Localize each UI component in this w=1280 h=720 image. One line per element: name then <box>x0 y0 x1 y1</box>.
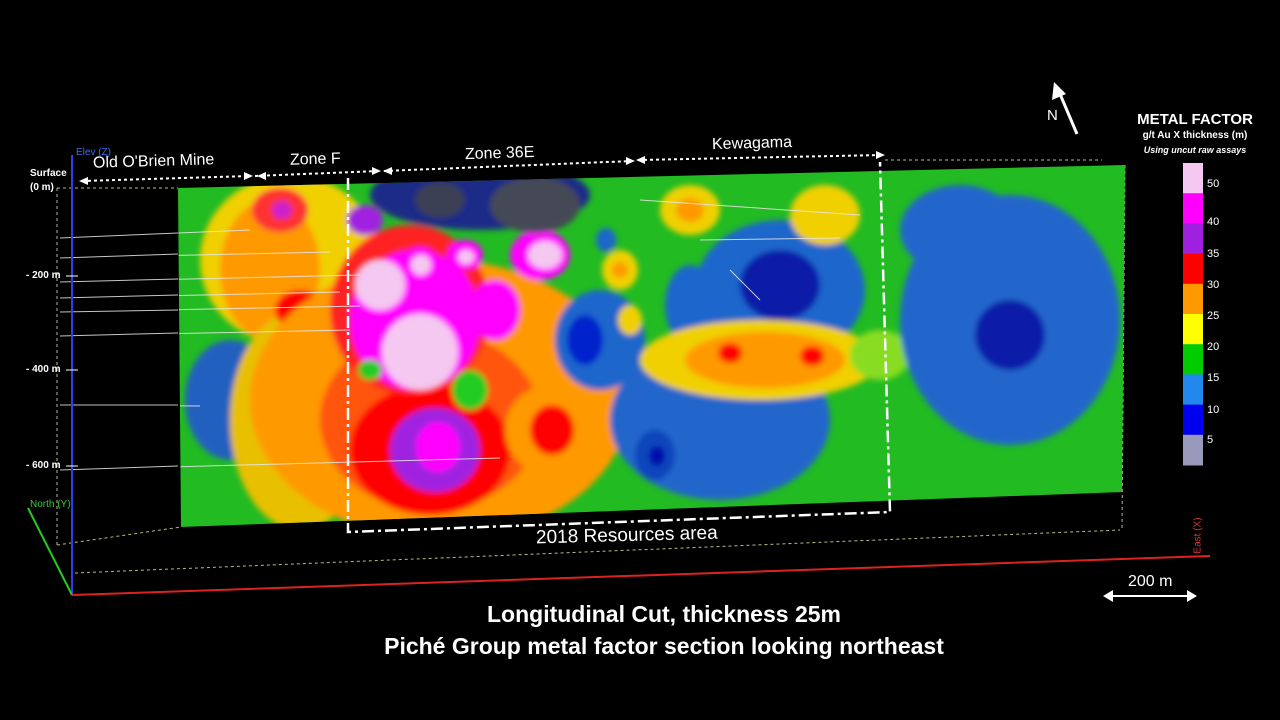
legend-tick-label: 30 <box>1207 279 1220 291</box>
depth-label-400: - 400 m <box>26 364 61 375</box>
legend-tick-label: 20 <box>1207 341 1220 353</box>
zone-label-old-obrien: Old O'Brien Mine <box>92 151 215 172</box>
depth-label-200: - 200 m <box>26 270 61 281</box>
legend-swatch <box>1183 374 1203 406</box>
legend-tick-label: 40 <box>1207 216 1220 228</box>
legend-title: METAL FACTOR <box>1137 111 1253 128</box>
legend-subtitle: g/t Au X thickness (m) <box>1142 130 1248 141</box>
metal-factor-section <box>178 165 1125 527</box>
north-axis-label: North (Y) <box>30 499 71 510</box>
depth-label-600: - 600 m <box>26 460 61 471</box>
legend-swatch <box>1183 344 1203 375</box>
legend-tick-label: 10 <box>1207 404 1220 416</box>
legend-swatch <box>1183 163 1203 194</box>
legend-tick-label: 50 <box>1207 178 1220 190</box>
legend-tick-label: 5 <box>1207 434 1214 446</box>
legend-swatch <box>1183 223 1203 255</box>
legend-tick-label: 25 <box>1207 310 1220 322</box>
zone-label-kewagama: Kewagama <box>711 133 793 154</box>
east-axis <box>71 555 1211 596</box>
legend-swatch <box>1183 193 1203 224</box>
north-arrow-label: N <box>1047 107 1058 124</box>
legend-tick-label: 15 <box>1207 372 1220 384</box>
legend-swatch <box>1183 253 1203 285</box>
elev-axis-label: Elev (Z) <box>76 147 111 158</box>
legend-swatch <box>1183 404 1203 436</box>
zone-label-zone-36e: Zone 36E <box>464 143 535 164</box>
caption-subtitle: Piché Group metal factor section looking… <box>384 633 944 659</box>
legend-swatches <box>1183 163 1203 466</box>
north-axis <box>27 507 73 596</box>
zone-label-zone-f: Zone F <box>289 150 341 169</box>
scale-bar-label: 200 m <box>1128 573 1173 590</box>
legend-note: Using uncut raw assays <box>1143 145 1247 155</box>
caption-title: Longitudinal Cut, thickness 25m <box>487 601 841 627</box>
east-axis-label: East (X) <box>1192 517 1204 554</box>
legend-tick-label: 35 <box>1207 248 1220 260</box>
depth-label-surface: Surface <box>30 168 67 179</box>
depth-label-surface-value: (0 m) <box>30 182 54 193</box>
legend-swatch <box>1183 283 1203 315</box>
legend-swatch <box>1183 314 1203 345</box>
legend-swatch <box>1183 434 1203 466</box>
